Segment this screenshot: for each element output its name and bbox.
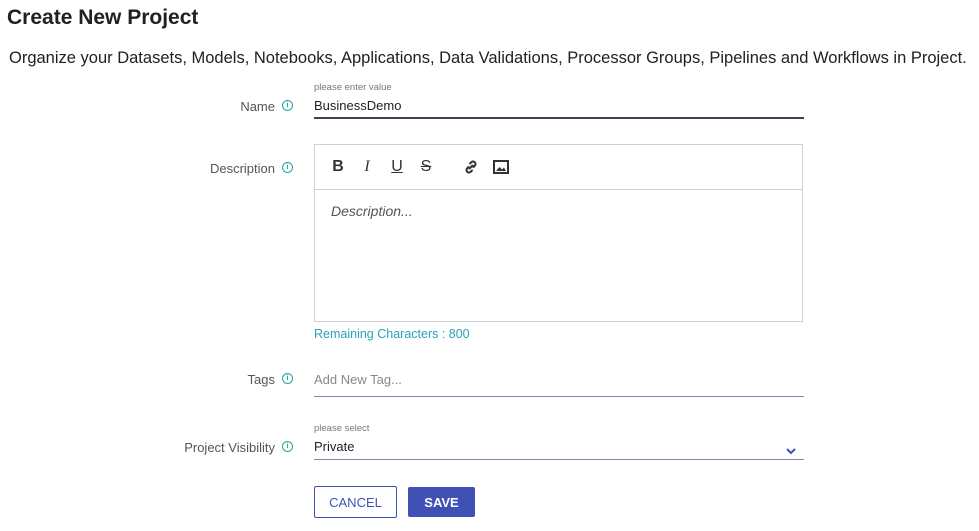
visibility-hint: please select: [314, 423, 370, 434]
bold-icon[interactable]: B: [328, 157, 348, 177]
description-label: Description: [209, 161, 275, 176]
visibility-label: Project Visibility: [184, 440, 275, 455]
strikethrough-icon[interactable]: S: [416, 157, 436, 177]
italic-icon[interactable]: I: [357, 157, 377, 177]
name-label: Name: [240, 99, 275, 114]
image-icon[interactable]: [491, 157, 511, 177]
underline-icon[interactable]: U: [387, 157, 407, 177]
tags-info-icon[interactable]: i: [282, 373, 293, 384]
link-icon[interactable]: [461, 157, 481, 177]
description-info-icon[interactable]: i: [282, 162, 293, 173]
remaining-characters: Remaining Characters : 800: [314, 327, 470, 341]
name-underline: [314, 117, 804, 119]
page-title: Create New Project: [7, 6, 199, 29]
visibility-select[interactable]: Private: [314, 439, 354, 454]
page-subtitle: Organize your Datasets, Models, Notebook…: [9, 49, 967, 67]
tags-label: Tags: [247, 372, 275, 387]
save-button[interactable]: SAVE: [408, 487, 475, 517]
visibility-underline: [314, 459, 804, 460]
tags-underline: [314, 396, 804, 397]
tags-input[interactable]: Add New Tag...: [314, 372, 402, 387]
description-editor[interactable]: B I U S Description...: [314, 144, 803, 322]
name-input[interactable]: BusinessDemo: [314, 98, 401, 113]
cancel-button[interactable]: CANCEL: [314, 486, 397, 518]
editor-toolbar: B I U S: [315, 145, 802, 190]
name-hint: please enter value: [314, 82, 392, 93]
description-placeholder: Description...: [331, 203, 413, 219]
visibility-info-icon[interactable]: i: [282, 441, 293, 452]
name-info-icon[interactable]: i: [282, 100, 293, 111]
